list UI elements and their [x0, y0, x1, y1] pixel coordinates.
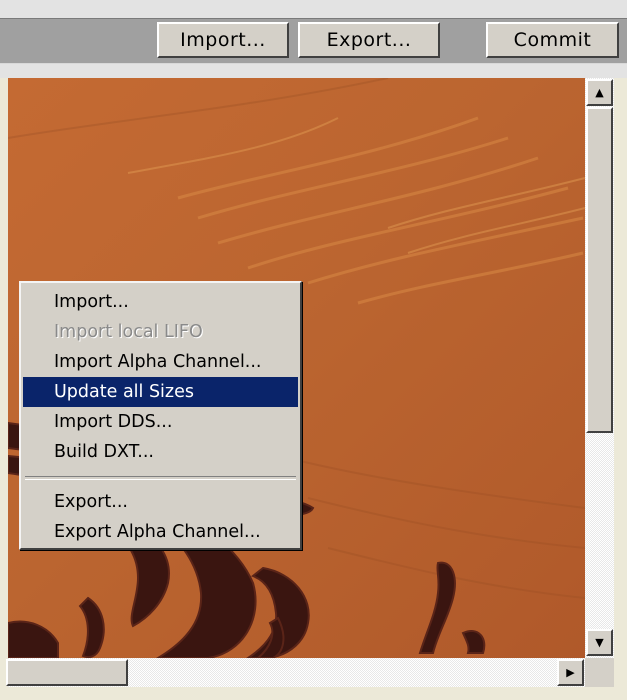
menu-separator: [25, 476, 296, 480]
import-button[interactable]: Import...: [157, 22, 289, 58]
toolbar: Import... Export... Commit: [0, 0, 627, 78]
scrollbar-corner: [585, 658, 614, 687]
right-arrow-icon: ▶: [566, 666, 575, 679]
menu-item-import-local-lifo: Import local LIFO: [54, 322, 203, 342]
export-button[interactable]: Export...: [298, 22, 440, 58]
menu-item-update-all-sizes[interactable]: Update all Sizes: [23, 377, 298, 407]
horizontal-scroll-thumb[interactable]: [6, 659, 128, 686]
menu-item-export[interactable]: Export...: [23, 487, 298, 517]
up-arrow-icon: ▲: [595, 86, 604, 99]
scroll-right-button[interactable]: ▶: [557, 659, 584, 686]
scroll-up-button[interactable]: ▲: [586, 79, 613, 106]
vertical-scrollbar[interactable]: ▲ ▼: [585, 78, 614, 658]
scroll-down-button[interactable]: ▼: [586, 629, 613, 656]
menu-item-import-alpha-channel[interactable]: Import Alpha Channel...: [23, 347, 298, 377]
menu-item-export-alpha-channel[interactable]: Export Alpha Channel...: [23, 517, 298, 547]
menu-item-import[interactable]: Import...: [23, 287, 298, 317]
down-arrow-icon: ▼: [595, 636, 604, 649]
commit-button[interactable]: Commit: [486, 22, 619, 58]
menu-item-build-dxt[interactable]: Build DXT...: [23, 437, 298, 467]
vertical-scroll-thumb[interactable]: [586, 107, 613, 433]
horizontal-scrollbar[interactable]: ▶: [6, 658, 585, 687]
context-menu: Import... Import local LIFO Import Alpha…: [19, 281, 302, 550]
menu-item-import-dds[interactable]: Import DDS...: [23, 407, 298, 437]
